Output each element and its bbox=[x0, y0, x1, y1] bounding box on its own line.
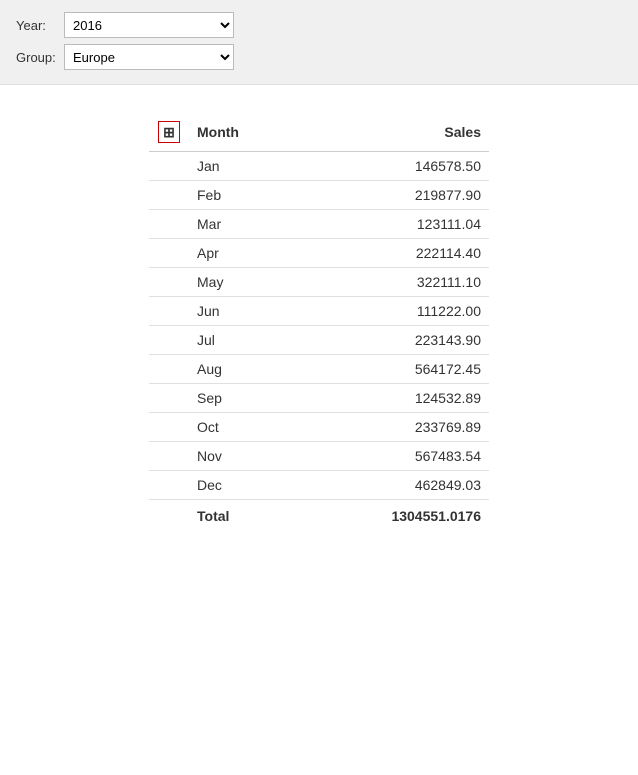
table-row: Feb219877.90 bbox=[149, 181, 489, 210]
table-row: Dec462849.03 bbox=[149, 471, 489, 500]
month-cell: Jul bbox=[189, 326, 289, 355]
month-column-header: Month bbox=[189, 115, 289, 152]
month-cell: Nov bbox=[189, 442, 289, 471]
month-cell: Apr bbox=[189, 239, 289, 268]
sales-cell: 564172.45 bbox=[289, 355, 489, 384]
row-expand-cell bbox=[149, 355, 189, 384]
row-expand-cell bbox=[149, 210, 189, 239]
row-expand-cell bbox=[149, 413, 189, 442]
month-cell: Feb bbox=[189, 181, 289, 210]
filters-panel: Year: 2016 2015 2017 2018 Group: Europe … bbox=[0, 0, 638, 85]
sales-cell: 567483.54 bbox=[289, 442, 489, 471]
year-select[interactable]: 2016 2015 2017 2018 bbox=[64, 12, 234, 38]
main-content: ⊞ Month Sales Jan146578.50Feb219877.90Ma… bbox=[0, 85, 638, 552]
row-expand-cell bbox=[149, 326, 189, 355]
row-expand-cell bbox=[149, 268, 189, 297]
group-label: Group: bbox=[16, 50, 64, 65]
expand-icon[interactable]: ⊞ bbox=[158, 121, 180, 143]
group-filter-row: Group: Europe Americas Asia All bbox=[16, 44, 622, 70]
sales-cell: 462849.03 bbox=[289, 471, 489, 500]
expand-header-cell: ⊞ bbox=[149, 115, 189, 152]
table-row: Oct233769.89 bbox=[149, 413, 489, 442]
data-table-container: ⊞ Month Sales Jan146578.50Feb219877.90Ma… bbox=[149, 115, 489, 532]
table-row: Apr222114.40 bbox=[149, 239, 489, 268]
table-row: Jan146578.50 bbox=[149, 152, 489, 181]
sales-column-header: Sales bbox=[289, 115, 489, 152]
row-expand-cell bbox=[149, 152, 189, 181]
table-row: Mar123111.04 bbox=[149, 210, 489, 239]
sales-table: ⊞ Month Sales Jan146578.50Feb219877.90Ma… bbox=[149, 115, 489, 532]
row-expand-cell bbox=[149, 384, 189, 413]
row-expand-cell bbox=[149, 297, 189, 326]
table-row: Jun111222.00 bbox=[149, 297, 489, 326]
sales-cell: 219877.90 bbox=[289, 181, 489, 210]
sales-cell: 111222.00 bbox=[289, 297, 489, 326]
month-cell: Dec bbox=[189, 471, 289, 500]
month-cell: Jun bbox=[189, 297, 289, 326]
sales-cell: 146578.50 bbox=[289, 152, 489, 181]
month-cell: Jan bbox=[189, 152, 289, 181]
sales-cell: 233769.89 bbox=[289, 413, 489, 442]
table-row: Jul223143.90 bbox=[149, 326, 489, 355]
month-cell: Mar bbox=[189, 210, 289, 239]
sales-cell: 222114.40 bbox=[289, 239, 489, 268]
table-row: Nov567483.54 bbox=[149, 442, 489, 471]
year-filter-row: Year: 2016 2015 2017 2018 bbox=[16, 12, 622, 38]
table-row: Sep124532.89 bbox=[149, 384, 489, 413]
sales-cell: 322111.10 bbox=[289, 268, 489, 297]
table-header-row: ⊞ Month Sales bbox=[149, 115, 489, 152]
sales-cell: 223143.90 bbox=[289, 326, 489, 355]
row-expand-cell bbox=[149, 181, 189, 210]
total-row: Total 1304551.0176 bbox=[149, 500, 489, 533]
total-label: Total bbox=[189, 500, 289, 533]
total-value: 1304551.0176 bbox=[289, 500, 489, 533]
table-row: Aug564172.45 bbox=[149, 355, 489, 384]
month-cell: Sep bbox=[189, 384, 289, 413]
month-cell: Oct bbox=[189, 413, 289, 442]
year-label: Year: bbox=[16, 18, 64, 33]
total-spacer bbox=[149, 500, 189, 533]
table-row: May322111.10 bbox=[149, 268, 489, 297]
group-select[interactable]: Europe Americas Asia All bbox=[64, 44, 234, 70]
month-cell: Aug bbox=[189, 355, 289, 384]
row-expand-cell bbox=[149, 471, 189, 500]
sales-cell: 123111.04 bbox=[289, 210, 489, 239]
sales-cell: 124532.89 bbox=[289, 384, 489, 413]
row-expand-cell bbox=[149, 442, 189, 471]
table-body: Jan146578.50Feb219877.90Mar123111.04Apr2… bbox=[149, 152, 489, 500]
month-cell: May bbox=[189, 268, 289, 297]
row-expand-cell bbox=[149, 239, 189, 268]
